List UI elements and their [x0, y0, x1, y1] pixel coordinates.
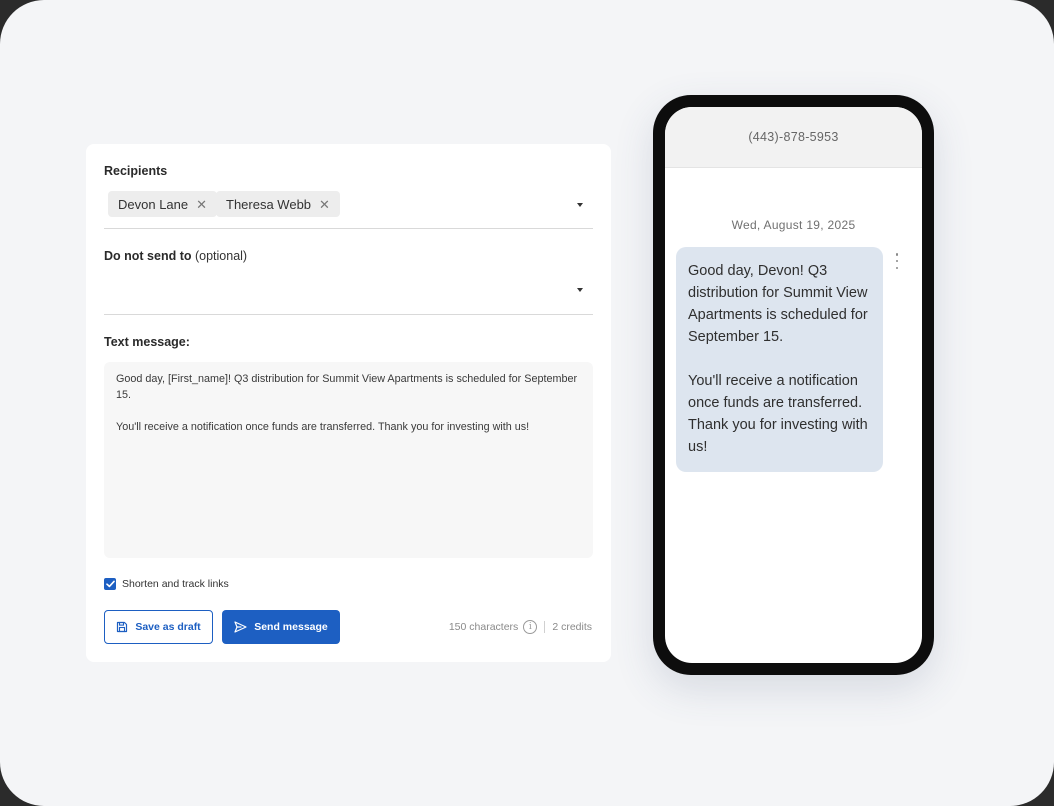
recipient-chip-label: Devon Lane [118, 196, 189, 212]
do-not-send-label-text: Do not send to [104, 249, 192, 263]
bubble-paragraph: Good day, Devon! Q3 distribution for Sum… [688, 263, 868, 345]
recipients-divider [104, 228, 593, 229]
phone-preview: (443)-878-5953 Wed, August 19, 2025 Good… [653, 95, 934, 675]
recipients-dropdown-caret-icon[interactable] [577, 203, 583, 207]
phone-number: (443)-878-5953 [748, 130, 839, 144]
save-icon [116, 621, 128, 633]
recipient-chip[interactable]: Devon Lane ✕ [108, 191, 218, 217]
checkmark-icon [105, 580, 115, 588]
message-date: Wed, August 19, 2025 [731, 218, 856, 232]
send-message-label: Send message [254, 621, 328, 633]
message-composer: Recipients Devon Lane ✕ Theresa Webb ✕ D… [86, 144, 611, 662]
message-stats: 150 characters i 2 credits [449, 620, 592, 634]
remove-chip-icon[interactable]: ✕ [319, 198, 330, 211]
stats-separator [544, 621, 546, 633]
remove-chip-icon[interactable]: ✕ [196, 198, 207, 211]
message-textarea[interactable]: Good day, [First_name]! Q3 distribution … [104, 362, 593, 558]
save-draft-label: Save as draft [135, 621, 201, 633]
recipient-chip[interactable]: Theresa Webb ✕ [216, 191, 340, 217]
phone-header: (443)-878-5953 [665, 107, 922, 168]
text-message-label: Text message: [104, 335, 190, 349]
message-paragraph: Good day, [First_name]! Q3 distribution … [116, 373, 578, 401]
message-bubble: Good day, Devon! Q3 distribution for Sum… [676, 247, 883, 472]
send-icon [234, 621, 247, 633]
save-draft-button[interactable]: Save as draft [104, 610, 213, 644]
do-not-send-label: Do not send to (optional) [104, 249, 247, 263]
recipient-chip-label: Theresa Webb [226, 196, 312, 212]
app-canvas: Recipients Devon Lane ✕ Theresa Webb ✕ D… [0, 0, 1054, 806]
character-count: 150 characters [448, 621, 519, 633]
credit-count: 2 credits [552, 621, 592, 633]
phone-screen: (443)-878-5953 Wed, August 19, 2025 Good… [665, 107, 922, 663]
bubble-paragraph: You'll receive a notification once funds… [688, 373, 868, 455]
shorten-links-checkbox[interactable] [104, 578, 116, 590]
message-paragraph: You'll receive a notification once funds… [116, 421, 530, 433]
shorten-links-label[interactable]: Shorten and track links [122, 578, 229, 590]
info-icon[interactable]: i [523, 620, 538, 634]
do-not-send-divider [104, 314, 593, 315]
do-not-send-dropdown-caret-icon[interactable] [577, 288, 583, 292]
send-message-button[interactable]: Send message [222, 610, 340, 644]
recipients-label: Recipients [104, 164, 168, 178]
optional-hint: (optional) [194, 249, 248, 263]
more-options-icon[interactable] [895, 253, 899, 269]
